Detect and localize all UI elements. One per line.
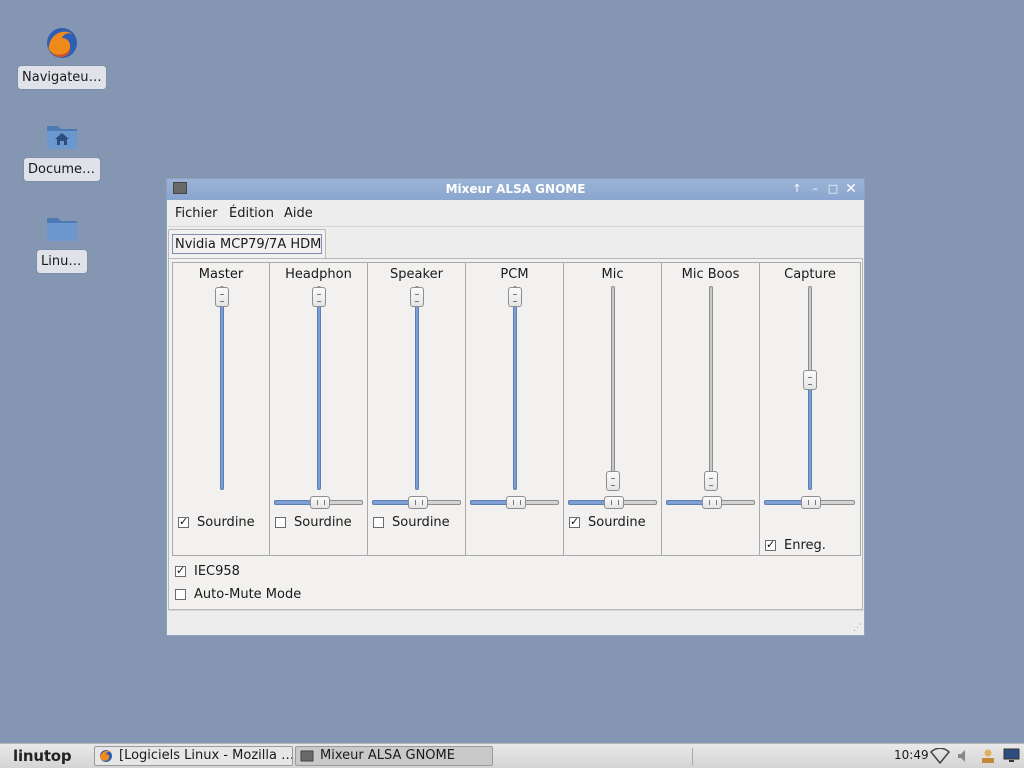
channels-group: Master Sourdine Headphon Sourdine Speaker Sou… [172,262,861,556]
menu-fichier[interactable]: Fichier [175,206,218,221]
taskbar-separator [692,748,693,765]
window-titlebar[interactable]: Mixeur ALSA GNOME ↑ – □ ✕ [167,179,864,200]
linutop-logo[interactable]: linutop [13,747,72,765]
menubar: Fichier Édition Aide [167,200,864,227]
maximize-button[interactable]: □ [826,182,840,196]
menu-edition[interactable]: Édition [229,206,274,221]
wifi-icon[interactable] [929,747,951,768]
balance-slider[interactable] [764,496,855,509]
window-title: Mixeur ALSA GNOME [445,182,586,196]
shade-button[interactable]: ↑ [790,182,804,196]
channel-speaker: Speaker Sourdine [368,263,466,555]
volume-slider-thumb[interactable] [606,471,620,491]
volume-level [808,379,812,490]
volume-icon[interactable] [956,748,972,768]
desktop-icon-label: Navigateur… [18,66,106,89]
desktop-icon-label: Documents [24,158,100,181]
volume-slider[interactable] [606,286,620,491]
volume-slider[interactable] [803,286,817,490]
task-mixer[interactable]: Mixeur ALSA GNOME [295,746,493,766]
mixer-icon [300,749,314,765]
channel-capture: Capture Enreg. [760,263,860,555]
desktop-icon-documents[interactable]: Documents [24,122,100,184]
desktop-icon-linutop[interactable]: Linutop [37,214,87,276]
desktop-icon-navigateur[interactable]: Navigateur… [18,26,106,94]
minimize-button[interactable]: – [808,182,822,196]
balance-slider[interactable] [568,496,657,509]
balance-slider-thumb[interactable] [506,496,526,509]
volume-slider-thumb[interactable] [803,370,817,390]
mixer-window: Mixeur ALSA GNOME ↑ – □ ✕ Fichier Éditio… [166,178,865,636]
volume-slider[interactable] [215,286,229,490]
volume-level [415,296,419,490]
auto-mute-label: Auto-Mute Mode [194,587,302,602]
volume-level [513,296,517,490]
channel-name: Mic [601,267,624,282]
balance-slider-thumb[interactable] [604,496,624,509]
channel-name: PCM [500,267,529,282]
home-folder-icon [46,122,78,154]
volume-slider-thumb[interactable] [704,471,718,491]
volume-slider[interactable] [508,286,522,490]
folder-icon [46,214,78,246]
volume-slider[interactable] [312,286,326,490]
balance-slider-thumb[interactable] [801,496,821,509]
firefox-icon [45,26,79,64]
volume-slider-thumb[interactable] [410,287,424,307]
desktop-icon-label: Linutop [37,250,87,273]
mute-checkbox[interactable] [275,517,286,528]
clock[interactable]: 10:49 [894,748,929,762]
close-button[interactable]: ✕ [844,182,858,196]
menu-aide[interactable]: Aide [284,206,313,221]
balance-slider[interactable] [470,496,559,509]
balance-slider-thumb[interactable] [408,496,428,509]
volume-slider-thumb[interactable] [312,287,326,307]
channel-pcm: PCM [466,263,564,555]
volume-slider-thumb[interactable] [215,287,229,307]
task-mixer-label: Mixeur ALSA GNOME [320,748,455,763]
iec958-label: IEC958 [194,564,240,579]
volume-level [220,296,224,490]
record-checkbox[interactable] [765,538,776,551]
mute-checkbox[interactable] [373,517,384,528]
mute-label: Sourdine [392,515,450,530]
mute-checkbox[interactable] [569,515,580,528]
status-bar: ⋰ [167,610,864,635]
channel-mic-boos: Mic Boos [662,263,760,555]
tab-device-label: Nvidia MCP79/7A HDMI [172,234,322,254]
channel-headphon: Headphon Sourdine [270,263,368,555]
channel-master: Master Sourdine [173,263,270,555]
monitor-icon[interactable] [1003,748,1020,767]
mixer-panel: Master Sourdine Headphon Sourdine Speaker Sou… [168,258,863,610]
channel-name: Capture [784,267,836,282]
balance-slider-thumb[interactable] [310,496,330,509]
volume-slider[interactable] [704,286,718,491]
volume-level [317,296,321,490]
resize-grip-icon[interactable]: ⋰ [853,623,862,633]
channel-name: Speaker [390,267,443,282]
record-label: Enreg. [784,538,826,553]
taskbar: linutop [Logiciels Linux - Mozilla … Mix… [0,743,1024,768]
channel-name: Master [198,267,244,282]
auto-mute-checkbox[interactable] [175,589,186,600]
task-firefox-label: [Logiciels Linux - Mozilla … [119,748,293,763]
balance-slider[interactable] [666,496,755,509]
volume-slider-thumb[interactable] [508,287,522,307]
mute-checkbox[interactable] [178,515,189,528]
balance-slider[interactable] [274,496,363,509]
channel-name: Headphon [285,267,352,282]
balance-slider[interactable] [372,496,461,509]
channel-name: Mic Boos [681,267,740,282]
channel-mic: Mic Sourdine [564,263,662,555]
volume-slider[interactable] [410,286,424,490]
mute-label: Sourdine [197,515,255,530]
balance-slider-thumb[interactable] [702,496,722,509]
mute-label: Sourdine [294,515,352,530]
firefox-icon [99,749,113,765]
mute-label: Sourdine [588,515,646,530]
user-icon[interactable] [980,748,996,768]
tab-device[interactable]: Nvidia MCP79/7A HDMI [168,229,326,258]
task-firefox[interactable]: [Logiciels Linux - Mozilla … [94,746,293,766]
iec958-checkbox[interactable] [175,564,186,577]
